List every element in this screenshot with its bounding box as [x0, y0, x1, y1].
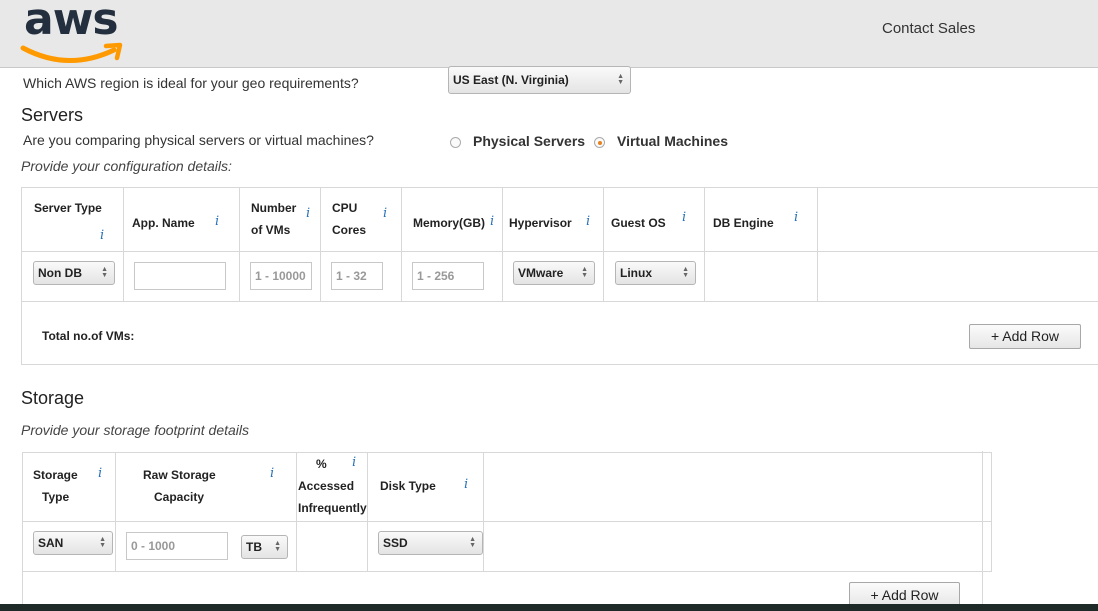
- header-disk-type: Disk Type: [380, 479, 436, 493]
- storage-type-select[interactable]: SAN ▲ ▼: [33, 531, 113, 555]
- col-divider: [123, 188, 124, 301]
- server-type-value: Non DB: [38, 266, 82, 280]
- header-raw-capacity-line1: Raw Storage: [143, 468, 216, 482]
- info-icon[interactable]: i: [100, 228, 104, 243]
- raw-capacity-placeholder: 0 - 1000: [131, 539, 176, 553]
- servers-add-row-button[interactable]: + Add Row: [969, 324, 1081, 349]
- info-icon[interactable]: i: [352, 455, 356, 470]
- virtual-machines-label[interactable]: Virtual Machines: [617, 133, 728, 149]
- physical-servers-radio[interactable]: [450, 137, 461, 148]
- header-storage-type-line2: Type: [42, 490, 70, 504]
- col-divider: [239, 188, 240, 301]
- hypervisor-select[interactable]: VMware ▲ ▼: [513, 261, 595, 285]
- header-hypervisor: Hypervisor: [509, 216, 572, 230]
- region-select[interactable]: US East (N. Virginia) ▲ ▼: [448, 66, 631, 94]
- memory-input[interactable]: 1 - 256: [412, 262, 484, 290]
- cpu-cores-placeholder: 1 - 32: [336, 269, 367, 283]
- virtual-machines-radio[interactable]: [594, 137, 605, 148]
- hypervisor-value: VMware: [518, 266, 564, 280]
- guest-os-value: Linux: [620, 266, 652, 280]
- servers-header-divider: [22, 251, 1098, 252]
- config-prompt: Provide your configuration details:: [21, 158, 232, 174]
- storage-header-divider: [23, 521, 991, 522]
- col-divider: [401, 188, 402, 301]
- servers-row-divider: [22, 301, 1098, 302]
- info-icon[interactable]: i: [306, 206, 310, 221]
- app-name-input[interactable]: [134, 262, 226, 290]
- capacity-unit-value: TB: [246, 540, 262, 554]
- memory-placeholder: 1 - 256: [417, 269, 455, 283]
- header-storage-type-line1: Storage: [33, 468, 78, 482]
- col-divider: [704, 188, 705, 301]
- number-of-vms-placeholder: 1 - 10000: [255, 269, 306, 283]
- info-icon[interactable]: i: [490, 214, 494, 229]
- info-icon[interactable]: i: [383, 206, 387, 221]
- select-arrows-icon: ▲ ▼: [682, 266, 689, 279]
- header-accessed-line1: %: [316, 457, 327, 471]
- info-icon[interactable]: i: [682, 210, 686, 225]
- info-icon[interactable]: i: [794, 210, 798, 225]
- col-divider: [320, 188, 321, 301]
- storage-type-value: SAN: [38, 536, 64, 550]
- col-divider: [502, 188, 503, 301]
- header-guest-os: Guest OS: [611, 216, 666, 230]
- info-icon[interactable]: i: [586, 214, 590, 229]
- col-divider: [817, 188, 818, 301]
- storage-prompt: Provide your storage footprint details: [21, 422, 250, 438]
- servers-heading: Servers: [21, 105, 84, 125]
- select-arrows-icon: ▲ ▼: [617, 73, 624, 86]
- disk-type-value: SSD: [383, 536, 408, 550]
- region-select-value: US East (N. Virginia): [453, 73, 569, 87]
- col-divider: [483, 453, 484, 571]
- select-arrows-icon: ▲ ▼: [99, 536, 106, 549]
- header-number-of-vms-line2: of VMs: [251, 223, 291, 237]
- col-divider: [367, 453, 368, 571]
- header-db-engine: DB Engine: [713, 216, 774, 230]
- header-accessed-line2: Accessed: [298, 479, 355, 493]
- contact-sales-link[interactable]: Contact Sales: [882, 20, 975, 37]
- info-icon[interactable]: i: [215, 214, 219, 229]
- disk-type-select[interactable]: SSD ▲ ▼: [378, 531, 483, 555]
- col-divider: [603, 188, 604, 301]
- capacity-unit-select[interactable]: TB ▲ ▼: [241, 535, 288, 559]
- header-cpu-cores-line2: Cores: [332, 223, 367, 237]
- number-of-vms-input[interactable]: 1 - 10000: [250, 262, 312, 290]
- select-arrows-icon: ▲ ▼: [274, 540, 281, 553]
- header-raw-capacity-line2: Capacity: [154, 490, 205, 504]
- aws-smile-logo-icon: [20, 42, 123, 63]
- select-arrows-icon: ▲ ▼: [581, 266, 588, 279]
- select-arrows-icon: ▲ ▼: [101, 266, 108, 279]
- compare-question: Are you comparing physical servers or vi…: [23, 132, 374, 148]
- header-app-name: App. Name: [132, 216, 195, 230]
- col-divider: [115, 453, 116, 571]
- col-divider: [296, 453, 297, 571]
- cpu-cores-input[interactable]: 1 - 32: [331, 262, 383, 290]
- header-memory: Memory(GB): [413, 216, 486, 230]
- region-question: Which AWS region is ideal for your geo r…: [23, 75, 359, 91]
- server-type-select[interactable]: Non DB ▲ ▼: [33, 261, 115, 285]
- header-cpu-cores-line1: CPU: [332, 201, 358, 215]
- bottom-bar: [0, 604, 1098, 611]
- info-icon[interactable]: i: [270, 466, 274, 481]
- storage-panel-edge: [982, 451, 983, 611]
- select-arrows-icon: ▲ ▼: [469, 536, 476, 549]
- header-accessed-line3: Infrequently: [298, 501, 367, 515]
- physical-servers-label[interactable]: Physical Servers: [473, 133, 585, 149]
- header-server-type: Server Type: [34, 201, 102, 215]
- storage-heading: Storage: [21, 388, 85, 408]
- info-icon[interactable]: i: [98, 466, 102, 481]
- guest-os-select[interactable]: Linux ▲ ▼: [615, 261, 696, 285]
- total-vms-label: Total no.of VMs:: [42, 329, 135, 343]
- info-icon[interactable]: i: [464, 477, 468, 492]
- header-number-of-vms-line1: Number: [251, 201, 297, 215]
- raw-capacity-input[interactable]: 0 - 1000: [126, 532, 228, 560]
